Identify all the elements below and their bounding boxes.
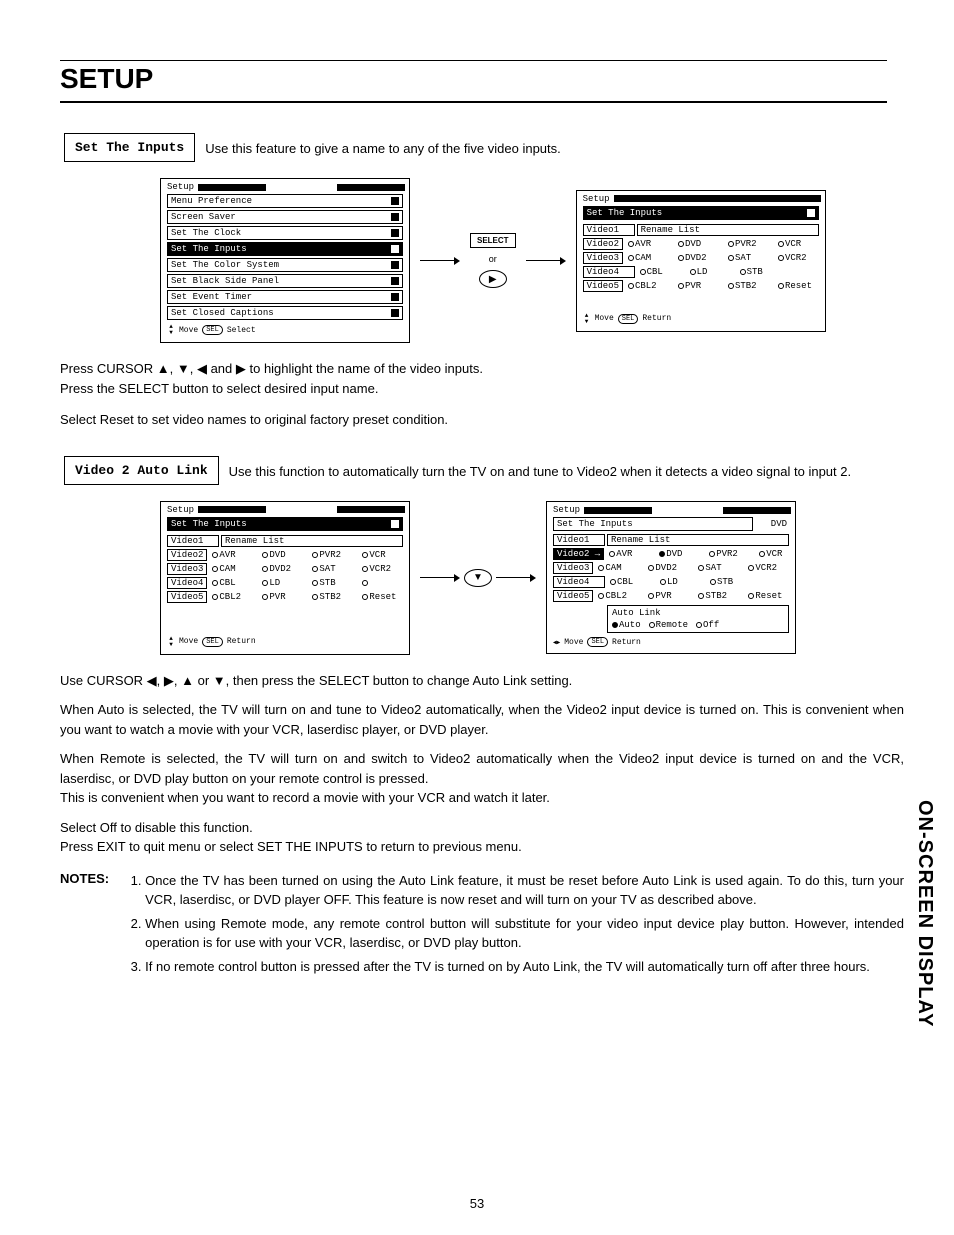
page-number: 53 xyxy=(0,1196,954,1211)
instruction-text: Press CURSOR ▲, ▼, ◀ and ▶ to highlight … xyxy=(60,359,904,398)
footer-move: Move xyxy=(179,637,198,646)
note-item: If no remote control button is pressed a… xyxy=(145,957,904,977)
instruction-text: Select Reset to set video names to origi… xyxy=(60,410,904,430)
arrow-right-icon xyxy=(420,574,460,582)
note-item: When using Remote mode, any remote contr… xyxy=(145,914,904,953)
select-button-label: SELECT xyxy=(470,233,516,248)
footer-move: Move xyxy=(595,314,614,323)
menu-item: Set The Color System xyxy=(167,258,403,272)
instruction-text: Use CURSOR ◀, ▶, ▲ or ▼, then press the … xyxy=(60,671,904,691)
auto-link-option: Auto xyxy=(612,620,641,630)
set-inputs-menu: Setup Set The Inputs Video1Rename ListVi… xyxy=(576,190,826,332)
menu-item: Set The Inputs xyxy=(167,242,403,256)
menu-item: Set Black Side Panel xyxy=(167,274,403,288)
menu-subtitle: Set The Inputs xyxy=(587,208,663,218)
setup-menu-list: Setup Menu Preference Screen Saver Set The… xyxy=(160,178,410,343)
menu-item: Set Event Timer xyxy=(167,290,403,304)
arrow-right-icon xyxy=(526,257,566,265)
footer-move: Move xyxy=(564,638,583,647)
input-row: Video4CBLLDSTB xyxy=(161,576,409,590)
input-row: Video5CBL2PVRSTB2Reset xyxy=(547,589,795,603)
auto-link-block: Auto Link Auto Remote Off xyxy=(607,605,789,633)
sel-pill: SEL xyxy=(618,314,639,324)
arrow-right-icon xyxy=(496,574,536,582)
input-row: Video4CBLLDSTB xyxy=(577,265,825,279)
input-row: Video2AVRDVDPVR2VCR xyxy=(161,548,409,562)
input-row: Video5CBL2PVRSTB2Reset xyxy=(577,279,825,293)
input-row: Video3CAMDVD2SATVCR2 xyxy=(161,562,409,576)
play-oval-icon: ▶ xyxy=(479,270,507,288)
footer-move: Move xyxy=(179,326,198,335)
instruction-text: Select Off to disable this function.Pres… xyxy=(60,818,904,857)
or-text: or xyxy=(489,254,497,264)
input-row: Video3CAMDVD2SATVCR2 xyxy=(547,561,795,575)
input-row: Video1Rename List xyxy=(577,223,825,237)
set-inputs-menu-after: Setup Set The Inputs DVD Video1Rename Li… xyxy=(546,501,796,654)
arrow-right-icon xyxy=(420,257,460,265)
menu-title: Setup xyxy=(553,505,580,515)
leftright-icon: ◀▶ xyxy=(553,639,560,646)
updown-icon xyxy=(167,324,175,336)
side-tab-label: ON-SCREEN DISPLAY xyxy=(913,800,936,1027)
notes-label: NOTES: xyxy=(60,871,109,981)
footer-action: Return xyxy=(642,314,671,323)
menu-title: Setup xyxy=(583,194,610,204)
menu-item: Menu Preference xyxy=(167,194,403,208)
input-row: Video5CBL2PVRSTB2Reset xyxy=(161,590,409,604)
video2-autolink-desc: Use this function to automatically turn … xyxy=(229,456,851,482)
menu-subtitle: Set The Inputs xyxy=(557,519,633,529)
set-the-inputs-heading: Set The Inputs xyxy=(64,133,195,162)
auto-link-option: Remote xyxy=(649,620,688,630)
set-inputs-menu-before: Setup Set The Inputs Video1Rename ListVi… xyxy=(160,501,410,655)
down-oval-icon: ▼ xyxy=(464,569,492,587)
menu-item: Set The Clock xyxy=(167,226,403,240)
menu-item: Screen Saver xyxy=(167,210,403,224)
input-row: Video1Rename List xyxy=(547,533,795,547)
menu-item: Set Closed Captions xyxy=(167,306,403,320)
footer-action: Return xyxy=(612,638,641,647)
input-row: Video2 →AVRDVDPVR2VCR xyxy=(547,547,795,561)
auto-link-title: Auto Link xyxy=(612,608,784,618)
sel-pill: SEL xyxy=(202,325,223,335)
input-row: Video4CBLLDSTB xyxy=(547,575,795,589)
dvd-label: DVD xyxy=(755,519,795,529)
note-item: Once the TV has been turned on using the… xyxy=(145,871,904,910)
sel-pill: SEL xyxy=(202,637,223,647)
updown-icon xyxy=(583,313,591,325)
menu-title: Setup xyxy=(167,182,194,192)
notes-block: NOTES: Once the TV has been turned on us… xyxy=(60,871,904,981)
instruction-text: When Remote is selected, the TV will tur… xyxy=(60,749,904,808)
footer-action: Select xyxy=(227,326,256,335)
input-row: Video1Rename List xyxy=(161,534,409,548)
page-title: SETUP xyxy=(60,60,887,103)
footer-action: Return xyxy=(227,637,256,646)
video2-autolink-heading: Video 2 Auto Link xyxy=(64,456,219,485)
menu-title: Setup xyxy=(167,505,194,515)
sel-pill: SEL xyxy=(587,637,608,647)
auto-link-option: Off xyxy=(696,620,719,630)
input-row: Video3CAMDVD2SATVCR2 xyxy=(577,251,825,265)
set-the-inputs-desc: Use this feature to give a name to any o… xyxy=(205,133,561,159)
instruction-text: When Auto is selected, the TV will turn … xyxy=(60,700,904,739)
input-row: Video2AVRDVDPVR2VCR xyxy=(577,237,825,251)
menu-subtitle: Set The Inputs xyxy=(171,519,247,529)
updown-icon xyxy=(167,636,175,648)
